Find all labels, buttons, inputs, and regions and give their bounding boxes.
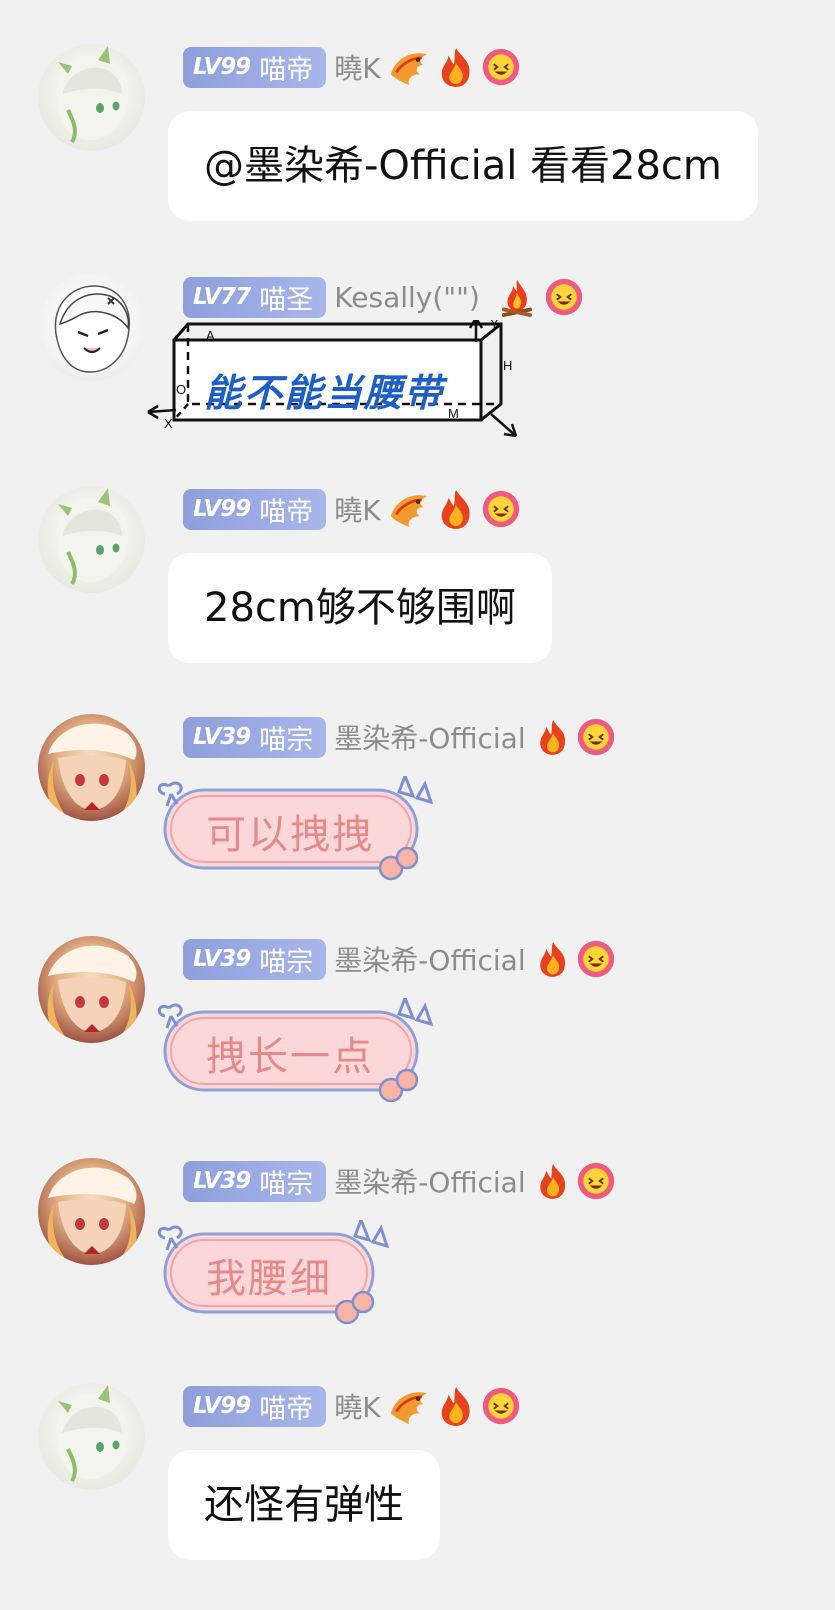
message-item: LV77 喵圣 Kesally("") A O X Y H M 能不能当腰带 bbox=[0, 274, 835, 474]
message-bubble[interactable]: @墨染希-Official 看看28cm bbox=[168, 111, 758, 221]
sticker-text: 可以拽拽 bbox=[206, 812, 374, 858]
flame-icon bbox=[437, 488, 475, 530]
username[interactable]: 曉K bbox=[334, 1386, 380, 1426]
username[interactable]: Kesally("") bbox=[334, 281, 480, 314]
level-label: LV77 bbox=[193, 284, 251, 310]
laugh-face-icon bbox=[481, 1386, 521, 1426]
level-title: 喵帝 bbox=[259, 54, 314, 86]
small-flame-icon bbox=[536, 940, 570, 978]
level-label: LV99 bbox=[193, 1393, 251, 1419]
message-header: LV39 喵宗 墨染希-Official bbox=[183, 938, 616, 980]
message-header: LV99 喵帝 曉K bbox=[183, 46, 521, 88]
dragon-icon bbox=[387, 1386, 431, 1426]
level-title: 喵宗 bbox=[259, 946, 314, 978]
level-label: LV39 bbox=[193, 946, 251, 972]
message-item: LV39 喵宗 墨染希-Official 我腰细 bbox=[0, 1158, 835, 1358]
avatar[interactable] bbox=[38, 936, 145, 1043]
dragon-icon bbox=[387, 489, 431, 529]
laugh-face-icon bbox=[576, 1161, 616, 1201]
message-header: LV99 喵帝 曉K bbox=[183, 1385, 521, 1427]
message-bubble[interactable]: 还怪有弹性 bbox=[168, 1450, 440, 1560]
message-item: LV99 喵帝 曉K 还怪有弹性 bbox=[0, 1383, 835, 1583]
message-item: LV39 喵宗 墨染希-Official 可以拽拽 bbox=[0, 714, 835, 914]
flame-icon bbox=[437, 1385, 475, 1427]
axis-label-x: X bbox=[164, 416, 173, 431]
box-sticker[interactable]: A O X Y H M 能不能当腰带 bbox=[146, 316, 531, 448]
level-label: LV39 bbox=[193, 1168, 251, 1194]
level-badge: LV99 喵帝 bbox=[183, 46, 327, 88]
laugh-face-icon bbox=[576, 717, 616, 757]
avatar[interactable] bbox=[38, 1383, 145, 1490]
avatar[interactable] bbox=[38, 1158, 145, 1265]
avatar[interactable] bbox=[38, 486, 145, 593]
level-badge: LV77 喵圣 bbox=[183, 276, 327, 318]
username[interactable]: 曉K bbox=[334, 47, 380, 87]
sticker-text: 能不能当腰带 bbox=[204, 371, 445, 415]
username[interactable]: 曉K bbox=[334, 489, 380, 529]
small-flame-icon bbox=[536, 1162, 570, 1200]
avatar[interactable] bbox=[38, 274, 145, 381]
username[interactable]: 墨染希-Official bbox=[334, 717, 525, 757]
level-title: 喵帝 bbox=[259, 1393, 314, 1425]
pink-sticker[interactable]: 拽长一点 bbox=[155, 993, 445, 1108]
laugh-face-icon bbox=[481, 489, 521, 529]
avatar[interactable] bbox=[38, 714, 145, 821]
level-label: LV99 bbox=[193, 496, 251, 522]
message-item: LV99 喵帝 曉K @墨染希-Official 看看28cm bbox=[0, 44, 835, 244]
username[interactable]: 墨染希-Official bbox=[334, 939, 525, 979]
message-item: LV39 喵宗 墨染希-Official 拽长一点 bbox=[0, 936, 835, 1136]
username[interactable]: 墨染希-Official bbox=[334, 1161, 525, 1201]
sticker-text: 拽长一点 bbox=[206, 1034, 374, 1080]
small-flame-icon bbox=[536, 718, 570, 756]
laugh-face-icon bbox=[576, 939, 616, 979]
axis-label-y: Y bbox=[490, 320, 499, 331]
message-header: LV39 喵宗 墨染希-Official bbox=[183, 716, 616, 758]
level-badge: LV39 喵宗 bbox=[183, 716, 327, 758]
axis-label-a: A bbox=[206, 328, 215, 343]
level-label: LV39 bbox=[193, 724, 251, 750]
dragon-icon bbox=[387, 47, 431, 87]
axis-label-m: M bbox=[448, 406, 459, 421]
laugh-face-icon bbox=[481, 47, 521, 87]
message-header: LV77 喵圣 Kesally("") bbox=[183, 276, 584, 318]
flame-icon bbox=[437, 46, 475, 88]
avatar[interactable] bbox=[38, 44, 145, 151]
message-header: LV99 喵帝 曉K bbox=[183, 488, 521, 530]
message-header: LV39 喵宗 墨染希-Official bbox=[183, 1160, 616, 1202]
pink-sticker[interactable]: 我腰细 bbox=[155, 1215, 400, 1330]
level-title: 喵宗 bbox=[259, 724, 314, 756]
level-badge: LV99 喵帝 bbox=[183, 1385, 327, 1427]
laugh-face-icon bbox=[544, 277, 584, 317]
axis-label-h: H bbox=[503, 358, 512, 373]
message-item: LV99 喵帝 曉K 28cm够不够围啊 bbox=[0, 486, 835, 686]
pink-sticker[interactable]: 可以拽拽 bbox=[155, 771, 445, 886]
level-badge: LV99 喵帝 bbox=[183, 488, 327, 530]
level-title: 喵帝 bbox=[259, 496, 314, 528]
level-badge: LV39 喵宗 bbox=[183, 938, 327, 980]
level-label: LV99 bbox=[193, 54, 251, 80]
axis-label-o: O bbox=[176, 382, 186, 397]
level-title: 喵圣 bbox=[259, 284, 314, 316]
level-badge: LV39 喵宗 bbox=[183, 1160, 327, 1202]
sticker-text: 我腰细 bbox=[206, 1256, 332, 1302]
campfire-icon bbox=[496, 276, 538, 318]
message-bubble[interactable]: 28cm够不够围啊 bbox=[168, 553, 552, 663]
level-title: 喵宗 bbox=[259, 1168, 314, 1200]
